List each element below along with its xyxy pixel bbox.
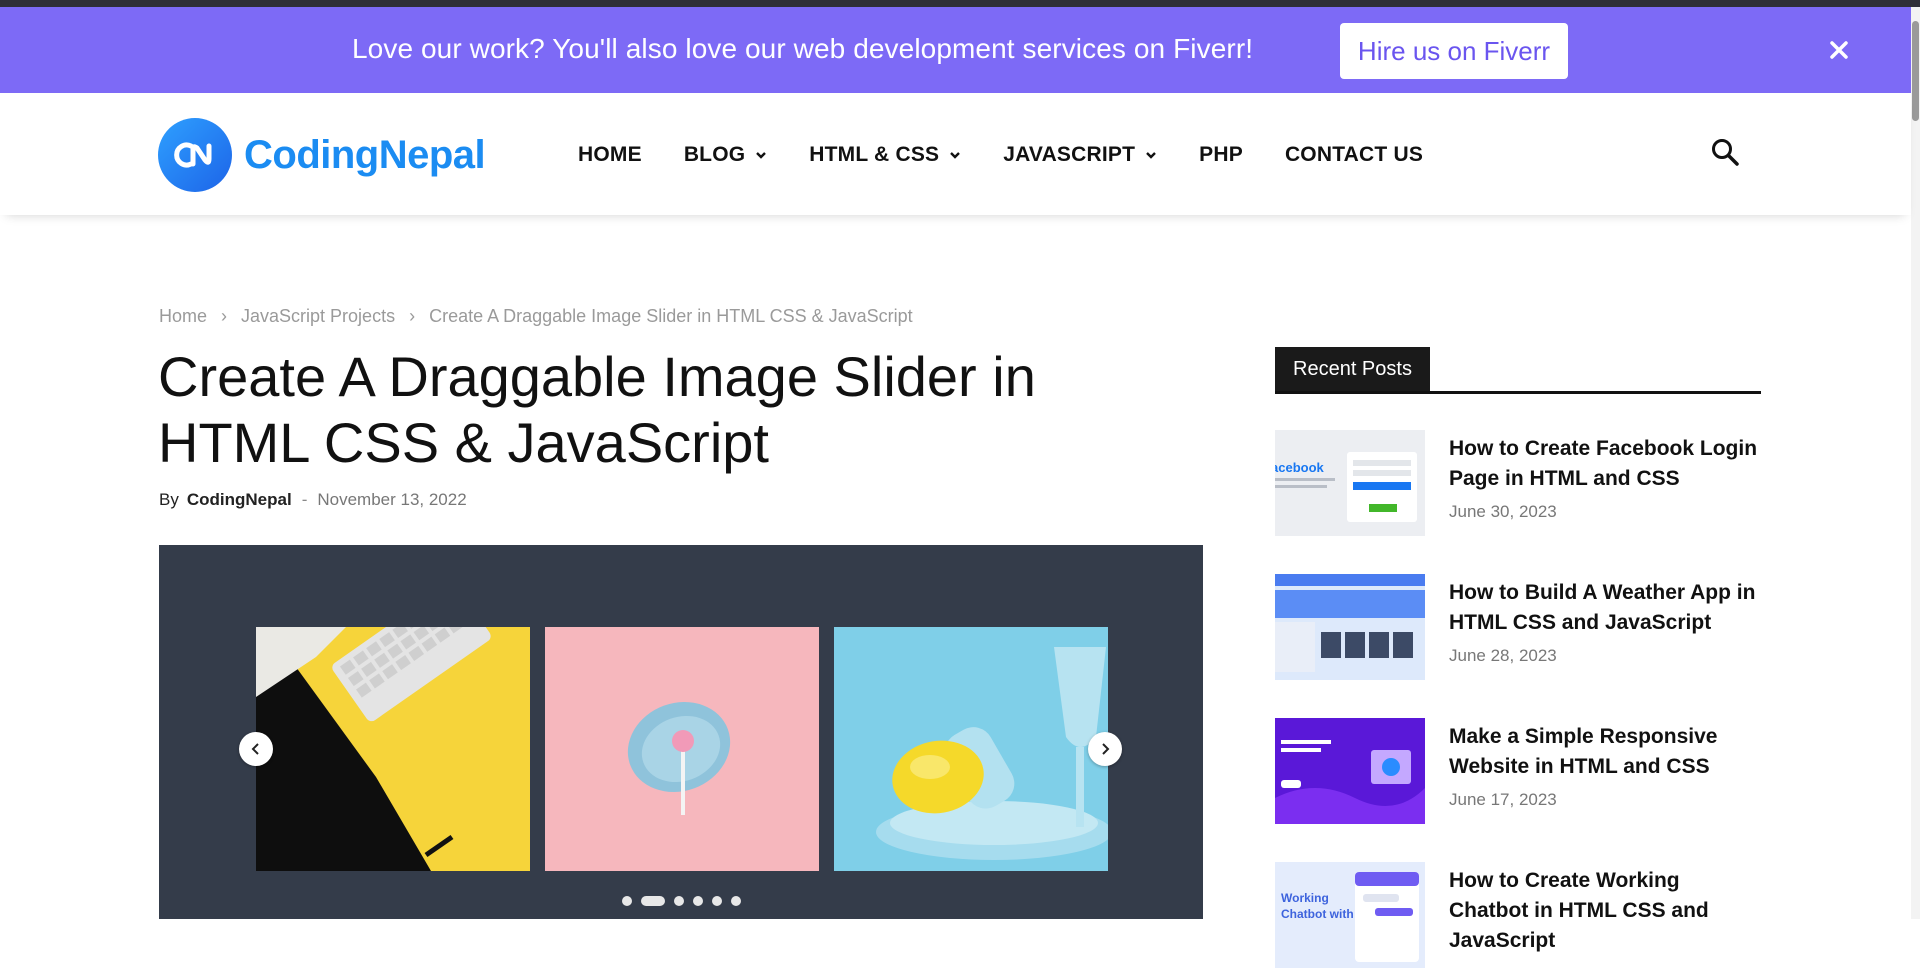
post-thumbnail[interactable]: Working Chatbot with	[1275, 862, 1425, 968]
nav-item-php[interactable]: PHP	[1199, 143, 1243, 167]
scrollbar-thumb[interactable]	[1912, 21, 1919, 121]
sidebar: Recent Posts acebook How to Create Faceb…	[1275, 347, 1761, 968]
recent-post-item[interactable]: Make a Simple Responsive Website in HTML…	[1275, 718, 1761, 824]
recent-posts-header: Recent Posts	[1275, 347, 1761, 394]
post-title[interactable]: Make a Simple Responsive Website in HTML…	[1449, 722, 1761, 782]
chevron-left-icon	[251, 743, 259, 755]
post-date: June 28, 2023	[1449, 646, 1557, 665]
chevron-down-icon	[1146, 152, 1157, 159]
by-label: By	[159, 490, 179, 509]
post-date: June 30, 2023	[1449, 502, 1557, 521]
page-title: Create A Draggable Image Slider in HTML …	[158, 345, 1036, 474]
nav-item-label: JAVASCRIPT	[1003, 143, 1136, 166]
breadcrumb-separator: ›	[221, 306, 228, 326]
breadcrumb: Home › JavaScript Projects › Create A Dr…	[159, 306, 913, 327]
breadcrumb-category[interactable]: JavaScript Projects	[241, 306, 395, 327]
image-slider[interactable]	[159, 545, 1203, 919]
promo-banner: Love our work? You'll also love our web …	[0, 7, 1920, 93]
post-thumbnail[interactable]	[1275, 718, 1425, 824]
chevron-down-icon	[950, 152, 961, 159]
window-top-strip	[0, 0, 1920, 7]
post-date: June 17, 2023	[1449, 790, 1557, 809]
promo-text: Love our work? You'll also love our web …	[352, 33, 1254, 64]
chevron-down-icon	[756, 152, 767, 159]
logo-text: CodingNepal	[244, 132, 486, 177]
author-link[interactable]: CodingNepal	[187, 490, 292, 510]
site-logo[interactable]: CodingNepal	[158, 118, 486, 192]
nav-item-blog[interactable]: BLOG	[684, 143, 767, 167]
slider-dot-active[interactable]	[641, 896, 665, 906]
post-title[interactable]: How to Create Working Chatbot in HTML CS…	[1449, 866, 1761, 956]
breadcrumb-current: Create A Draggable Image Slider in HTML …	[429, 306, 913, 326]
slider-pagination	[622, 896, 750, 906]
slider-dot[interactable]	[693, 896, 703, 906]
recent-post-item[interactable]: acebook How to Create Facebook Login Pag…	[1275, 430, 1761, 536]
recent-post-item[interactable]: How to Build A Weather App in HTML CSS a…	[1275, 574, 1761, 680]
slider-dot[interactable]	[622, 896, 632, 906]
svg-text:acebook: acebook	[1275, 460, 1325, 475]
breadcrumb-home[interactable]: Home	[159, 306, 207, 327]
post-thumbnail[interactable]	[1275, 574, 1425, 680]
site-header: CodingNepal HOME BLOG HTML & CSS JAVASCR…	[0, 93, 1911, 215]
slider-dot[interactable]	[674, 896, 684, 906]
nav-item-label: CONTACT US	[1284, 143, 1424, 166]
main-nav: HOME BLOG HTML & CSS JAVASCRIPT PHP CONT…	[578, 143, 1465, 167]
nav-item-label: HOME	[578, 143, 642, 166]
recent-post-item[interactable]: Working Chatbot with How to Create Worki…	[1275, 862, 1761, 968]
slide-image-lollipop[interactable]	[545, 627, 819, 871]
widget-title: Recent Posts	[1275, 347, 1430, 391]
post-title[interactable]: How to Build A Weather App in HTML CSS a…	[1449, 578, 1761, 638]
slider-prev-button[interactable]	[239, 732, 273, 766]
chevron-right-icon	[1102, 743, 1110, 755]
meta-separator: -	[301, 490, 308, 509]
slider-dot[interactable]	[731, 896, 741, 906]
post-thumbnail[interactable]: acebook	[1275, 430, 1425, 536]
nav-item-label: BLOG	[683, 143, 746, 166]
breadcrumb-separator: ›	[409, 306, 416, 326]
post-title[interactable]: How to Create Facebook Login Page in HTM…	[1449, 434, 1761, 494]
search-icon[interactable]	[1710, 137, 1740, 167]
close-icon[interactable]	[1822, 33, 1856, 67]
hire-us-button[interactable]: Hire us on Fiverr	[1340, 23, 1568, 79]
nav-item-javascript[interactable]: JAVASCRIPT	[1003, 143, 1157, 167]
nav-item-home[interactable]: HOME	[578, 143, 642, 167]
post-meta: By CodingNepal - November 13, 2022	[159, 490, 467, 510]
nav-item-label: HTML & CSS	[809, 143, 940, 166]
svg-text:Working: Working	[1281, 891, 1329, 905]
nav-item-label: PHP	[1199, 143, 1243, 166]
scrollbar[interactable]	[1911, 7, 1920, 919]
logo-mark-icon	[158, 118, 232, 192]
nav-item-html-css[interactable]: HTML & CSS	[809, 143, 961, 167]
post-date: November 13, 2022	[317, 490, 467, 509]
slider-next-button[interactable]	[1088, 732, 1122, 766]
slide-image-lemon[interactable]	[834, 627, 1108, 871]
slider-dot[interactable]	[712, 896, 722, 906]
nav-item-contact-us[interactable]: CONTACT US	[1285, 143, 1423, 167]
slide-image-keyboard[interactable]	[256, 627, 530, 871]
